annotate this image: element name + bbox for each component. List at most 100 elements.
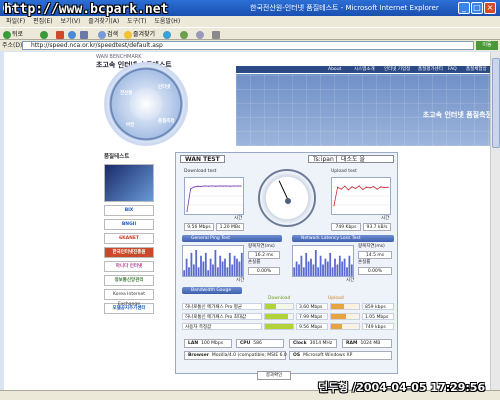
- chart-bar: [238, 261, 241, 276]
- nav-system[interactable]: 시스템소개: [354, 66, 375, 73]
- dial-label: 버전: [126, 123, 135, 128]
- nav-center[interactable]: 품질평가센터: [418, 66, 443, 73]
- nav-experience[interactable]: 품질체험방: [466, 66, 487, 73]
- menu-file[interactable]: 파일(F): [6, 16, 25, 27]
- search-icon: [98, 30, 106, 39]
- favorites-button[interactable]: 즐겨찾기: [124, 30, 155, 39]
- back-arrow-icon: [3, 30, 11, 39]
- sidebar-ad-kisa[interactable]: 한국인터넷진흥원: [104, 247, 154, 258]
- home-button[interactable]: [80, 30, 89, 39]
- chart-point: [333, 204, 335, 207]
- chart-bar: [319, 255, 322, 276]
- back-button[interactable]: 뒤로: [3, 30, 23, 39]
- search-button[interactable]: 검색: [98, 30, 118, 39]
- header-banner: 초고속 인터넷 품질측정: [236, 74, 490, 146]
- mail-button[interactable]: [196, 30, 205, 39]
- chart-bar: [334, 258, 336, 276]
- tab-wan-test[interactable]: WAN TEST: [180, 155, 225, 163]
- chart-bar: [202, 261, 205, 276]
- timestamp-overlay: 던두형 /2004-04-05 17:29:56: [318, 381, 486, 394]
- chart-point: [240, 185, 242, 187]
- gauge-hub: [285, 198, 291, 204]
- download-chart: [184, 177, 244, 215]
- sidebar-ad-bix[interactable]: BIX: [104, 205, 154, 216]
- sidebar-ad-6kanet[interactable]: 6KANET: [104, 233, 154, 244]
- window-title: 한국전산원-인터넷 품질테스트 - Microsoft Internet Exp…: [250, 4, 439, 12]
- os-info: OS Microsoft Windows XP: [289, 351, 392, 360]
- sidebar-ad-internet[interactable]: 마니다 인터넷: [104, 261, 154, 272]
- scrollbar-thumb[interactable]: [492, 58, 500, 148]
- chart-point: [226, 185, 228, 187]
- chart-bar: [236, 258, 238, 276]
- chart-bar: [209, 258, 212, 276]
- media-button[interactable]: [163, 30, 172, 39]
- chart-bar: [224, 258, 226, 276]
- close-button[interactable]: ×: [484, 2, 496, 14]
- chart-series-line: [333, 185, 389, 206]
- ping-chart-svg: [183, 250, 243, 276]
- menu-edit[interactable]: 편집(E): [33, 16, 53, 27]
- print-button[interactable]: [212, 30, 221, 39]
- banner-text: 초고속 인터넷 품질측정: [422, 111, 490, 119]
- result-down-value: 7.99 Mbps: [296, 313, 328, 320]
- maximize-button[interactable]: □: [471, 2, 483, 14]
- history-button[interactable]: [180, 30, 189, 39]
- chart-point: [365, 186, 367, 188]
- chart-bar: [305, 252, 308, 276]
- go-button[interactable]: 이동: [476, 41, 498, 50]
- chart-point: [218, 185, 220, 187]
- chart-bar: [350, 264, 353, 276]
- address-label: 주소(D): [2, 42, 23, 49]
- sidebar-ad-kix[interactable]: Korea Internet Exchange: [104, 289, 154, 307]
- chart-bar: [310, 258, 312, 276]
- menu-help[interactable]: 도움말(H): [154, 16, 180, 27]
- chart-bar: [183, 270, 186, 276]
- upload-value-kbs: 93.7 kB/s: [363, 223, 391, 231]
- chart-point: [190, 188, 192, 190]
- chart-bar: [298, 264, 300, 276]
- result-down-value: 9.56 Mbps: [296, 323, 328, 330]
- chart-point: [358, 185, 360, 187]
- chart-point: [236, 185, 238, 187]
- chart-bar: [185, 258, 188, 276]
- download-chart-svg: [185, 185, 243, 213]
- nav-company[interactable]: 인터넷 기업정: [384, 66, 410, 73]
- sidebar-ad-globe[interactable]: [104, 164, 154, 202]
- vertical-scrollbar[interactable]: [490, 52, 500, 390]
- address-input[interactable]: http://speed.nca.or.kr/speedtest/default…: [22, 41, 474, 50]
- chart-point: [373, 185, 375, 188]
- loss-loss-value: 0.00%: [358, 267, 392, 275]
- chart-bar: [192, 264, 195, 276]
- menu-view[interactable]: 보기(V): [61, 16, 81, 27]
- confirm-result-button[interactable]: 결과확인: [257, 371, 291, 380]
- menu-tools[interactable]: 도구(T): [127, 16, 146, 27]
- download-value-mbps: 9.56 Mbps: [184, 223, 214, 231]
- sidebar-heading: 품질테스트: [104, 154, 130, 160]
- minimize-button[interactable]: _: [458, 2, 470, 14]
- chart-bar: [219, 255, 222, 276]
- chart-bar: [338, 255, 341, 276]
- nav-about[interactable]: About: [328, 66, 341, 73]
- chart-bar: [214, 250, 217, 276]
- chart-bar: [302, 267, 305, 276]
- page-viewport: WAN BENCHMARK 초고속 인터넷 속도테스트 전산원 인터넷 품질측정…: [4, 52, 490, 390]
- chart-bar: [228, 252, 231, 276]
- ping-loss-label: 손실률: [248, 260, 261, 265]
- stop-button[interactable]: [56, 30, 65, 39]
- menu-favorites[interactable]: 즐겨찾기(A): [88, 16, 119, 27]
- sidebar-ad-model[interactable]: 모델공지주기센터: [104, 303, 154, 314]
- chart-bar: [195, 250, 198, 276]
- sidebar-ad-bngii[interactable]: BNGII: [104, 219, 154, 230]
- chart-bar: [240, 252, 243, 276]
- legend-download: Download: [268, 296, 291, 301]
- forward-button[interactable]: [40, 30, 49, 39]
- chart-bar: [348, 255, 351, 276]
- chart-bar: [324, 258, 327, 276]
- chart-point: [347, 189, 349, 191]
- chart-bar: [190, 252, 193, 276]
- refresh-button[interactable]: [68, 30, 77, 39]
- nav-faq[interactable]: FAQ: [448, 66, 457, 73]
- chart-bar: [226, 267, 229, 276]
- upload-chart: [331, 177, 391, 215]
- sidebar-ad-network[interactable]: 정보통신망관리: [104, 275, 154, 286]
